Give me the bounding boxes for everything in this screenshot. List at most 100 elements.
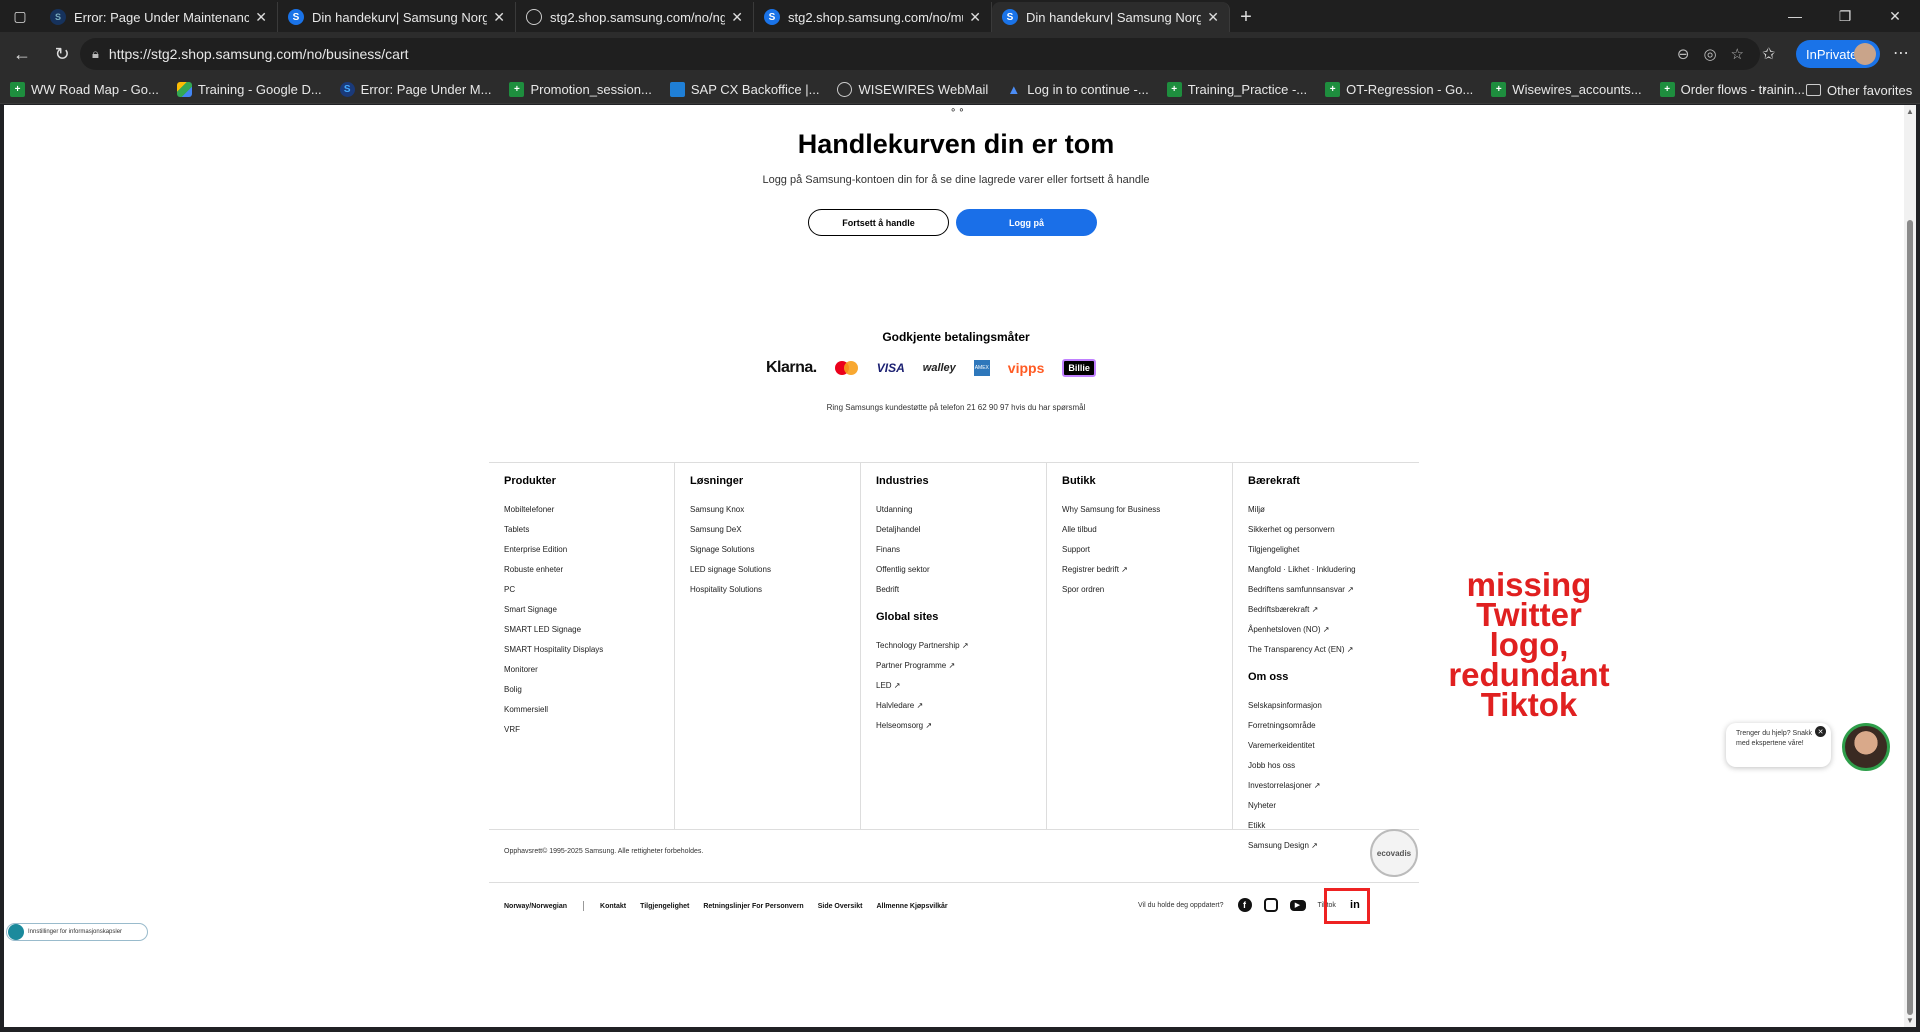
close-icon[interactable]: ✕ — [1207, 9, 1219, 26]
footer-link[interactable]: Alle tilbud — [1062, 525, 1232, 545]
footer-link[interactable]: Bolig — [504, 685, 674, 705]
bookmark-item[interactable]: + WW Road Map - Go... — [10, 82, 159, 97]
continue-shopping-button[interactable]: Fortsett å handle — [808, 209, 949, 236]
footer-link[interactable]: Mobiltelefoner — [504, 505, 674, 525]
zoom-icon[interactable]: ⊖ — [1677, 45, 1690, 63]
bookmark-item[interactable]: SAP CX Backoffice |... — [669, 82, 819, 97]
bookmark-item[interactable]: S Error: Page Under M... — [339, 82, 491, 97]
footer-link[interactable]: Miljø — [1248, 505, 1419, 525]
footer-link[interactable]: Investorrelasjoner ↗ — [1248, 781, 1419, 801]
footer-link[interactable]: Hospitality Solutions — [690, 585, 860, 605]
page-scrollbar[interactable]: ▲ ▼ — [1904, 105, 1916, 1027]
footer-link[interactable]: Sikkerhet og personvern — [1248, 525, 1419, 545]
footer-link[interactable]: Halvledare ↗ — [876, 701, 1046, 721]
close-icon[interactable]: ✕ — [969, 9, 981, 26]
footer-link[interactable]: Allmenne Kjøpsvilkår — [876, 903, 947, 910]
footer-link[interactable]: Forretningsområde — [1248, 721, 1419, 741]
tracking-prevention-icon[interactable]: ◎ — [1703, 45, 1716, 63]
cookie-settings-button[interactable]: Innstillinger for informasjonskapsler — [6, 923, 148, 941]
footer-link[interactable]: Smart Signage — [504, 605, 674, 625]
url-field[interactable]: 🔒︎ https://stg2.shop.samsung.com/no/busi… — [80, 38, 1760, 70]
chat-agent-avatar[interactable] — [1842, 723, 1890, 771]
footer-link[interactable]: Varemerkeidentitet — [1248, 741, 1419, 761]
footer-link[interactable]: Kontakt — [600, 903, 626, 910]
footer-link[interactable]: Detaljhandel — [876, 525, 1046, 545]
footer-link[interactable]: Tilgjengelighet — [640, 903, 689, 910]
footer-link[interactable]: Registrer bedrift ↗ — [1062, 565, 1232, 585]
refresh-icon[interactable]: ↻ — [44, 36, 80, 72]
footer-link[interactable]: Åpenhetsloven (NO) ↗ — [1248, 625, 1419, 645]
footer-link[interactable]: The Transparency Act (EN) ↗ — [1248, 645, 1419, 665]
lock-icon[interactable]: 🔒︎ — [92, 46, 99, 62]
minimize-icon[interactable]: — — [1770, 0, 1820, 32]
bookmark-item[interactable]: + Wisewires_accounts... — [1491, 82, 1642, 97]
scrollbar-thumb[interactable] — [1907, 220, 1913, 1015]
bookmark-item[interactable]: ▲ Log in to continue -... — [1006, 82, 1148, 97]
footer-link[interactable]: Bedriftens samfunnsansvar ↗ — [1248, 585, 1419, 605]
tab-2[interactable]: stg2.shop.samsung.com/no/ng/p ✕ — [516, 2, 754, 32]
bookmark-item[interactable]: WISEWIRES WebMail — [837, 82, 988, 97]
footer-link[interactable]: LED ↗ — [876, 681, 1046, 701]
footer-link[interactable]: Helseomsorg ↗ — [876, 721, 1046, 741]
bookmark-item[interactable]: + Training_Practice -... — [1166, 82, 1307, 97]
tab-actions-icon[interactable]: ▢ — [0, 0, 40, 32]
facebook-icon[interactable]: f — [1237, 898, 1252, 912]
footer-link[interactable]: Robuste enheter — [504, 565, 674, 585]
inprivate-button[interactable]: InPrivate — [1796, 40, 1880, 68]
restore-icon[interactable]: ❐ — [1820, 0, 1870, 32]
scroll-down-icon[interactable]: ▼ — [1906, 1016, 1914, 1025]
footer-link[interactable]: Mangfold · Likhet · Inkludering — [1248, 565, 1419, 585]
footer-link[interactable]: Side Oversikt — [818, 903, 863, 910]
footer-link[interactable]: Signage Solutions — [690, 545, 860, 565]
footer-link[interactable]: Technology Partnership ↗ — [876, 641, 1046, 661]
new-tab-button[interactable]: + — [1230, 2, 1262, 32]
instagram-icon[interactable] — [1263, 898, 1278, 912]
bookmark-item[interactable]: + Promotion_session... — [509, 82, 652, 97]
tab-1[interactable]: S Din handekurv| Samsung Norge ✕ — [278, 2, 516, 32]
footer-link[interactable]: Monitorer — [504, 665, 674, 685]
close-icon[interactable]: ✕ — [1815, 726, 1826, 737]
footer-link[interactable]: Retningslinjer For Personvern — [703, 903, 803, 910]
footer-link[interactable]: Bedrift — [876, 585, 1046, 605]
footer-link[interactable]: LED signage Solutions — [690, 565, 860, 585]
close-icon[interactable]: ✕ — [255, 9, 267, 26]
footer-link[interactable]: Kommersiell — [504, 705, 674, 725]
close-icon[interactable]: ✕ — [731, 9, 743, 26]
bookmark-item[interactable]: Training - Google D... — [176, 82, 322, 97]
footer-link[interactable]: Jobb hos oss — [1248, 761, 1419, 781]
scroll-up-icon[interactable]: ▲ — [1906, 107, 1914, 116]
footer-link[interactable]: PC — [504, 585, 674, 605]
footer-link[interactable]: Selskapsinformasjon — [1248, 701, 1419, 721]
more-menu-icon[interactable]: ⋯ — [1893, 43, 1909, 63]
youtube-icon[interactable]: ▶ — [1289, 899, 1306, 911]
footer-link[interactable]: SMART Hospitality Displays — [504, 645, 674, 665]
close-icon[interactable]: ✕ — [493, 9, 505, 26]
back-icon[interactable]: ← — [4, 36, 40, 72]
window-close-icon[interactable]: ✕ — [1870, 0, 1920, 32]
footer-link[interactable]: Bedriftsbærekraft ↗ — [1248, 605, 1419, 625]
region-selector[interactable]: Norway/Norwegian — [504, 903, 567, 910]
favorites-icon[interactable]: ✩ — [1762, 44, 1775, 64]
footer-link[interactable]: Partner Programme ↗ — [876, 661, 1046, 681]
footer-link[interactable]: Utdanning — [876, 505, 1046, 525]
footer-link[interactable]: Enterprise Edition — [504, 545, 674, 565]
footer-link[interactable]: Tilgjengelighet — [1248, 545, 1419, 565]
footer-link[interactable]: Why Samsung for Business — [1062, 505, 1232, 525]
tab-3[interactable]: S stg2.shop.samsung.com/no/multi ✕ — [754, 2, 992, 32]
footer-link[interactable]: Samsung Knox — [690, 505, 860, 525]
other-favorites[interactable]: Other favorites — [1806, 76, 1912, 104]
tab-4-active[interactable]: S Din handekurv| Samsung Norge ✕ — [992, 2, 1230, 32]
footer-link[interactable]: Tablets — [504, 525, 674, 545]
bookmark-item[interactable]: + OT-Regression - Go... — [1325, 82, 1473, 97]
footer-link[interactable]: Samsung DeX — [690, 525, 860, 545]
tab-0[interactable]: S Error: Page Under Maintenance ✕ — [40, 2, 278, 32]
footer-link[interactable]: Support — [1062, 545, 1232, 565]
footer-link[interactable]: SMART LED Signage — [504, 625, 674, 645]
login-button[interactable]: Logg på — [956, 209, 1097, 236]
favorite-star-icon[interactable]: ☆ — [1731, 45, 1744, 63]
footer-link[interactable]: Spor ordren — [1062, 585, 1232, 605]
footer-link[interactable]: Finans — [876, 545, 1046, 565]
footer-link[interactable]: Offentlig sektor — [876, 565, 1046, 585]
bookmark-item[interactable]: + Order flows - trainin... — [1659, 82, 1805, 97]
footer-link[interactable]: VRF — [504, 725, 674, 745]
